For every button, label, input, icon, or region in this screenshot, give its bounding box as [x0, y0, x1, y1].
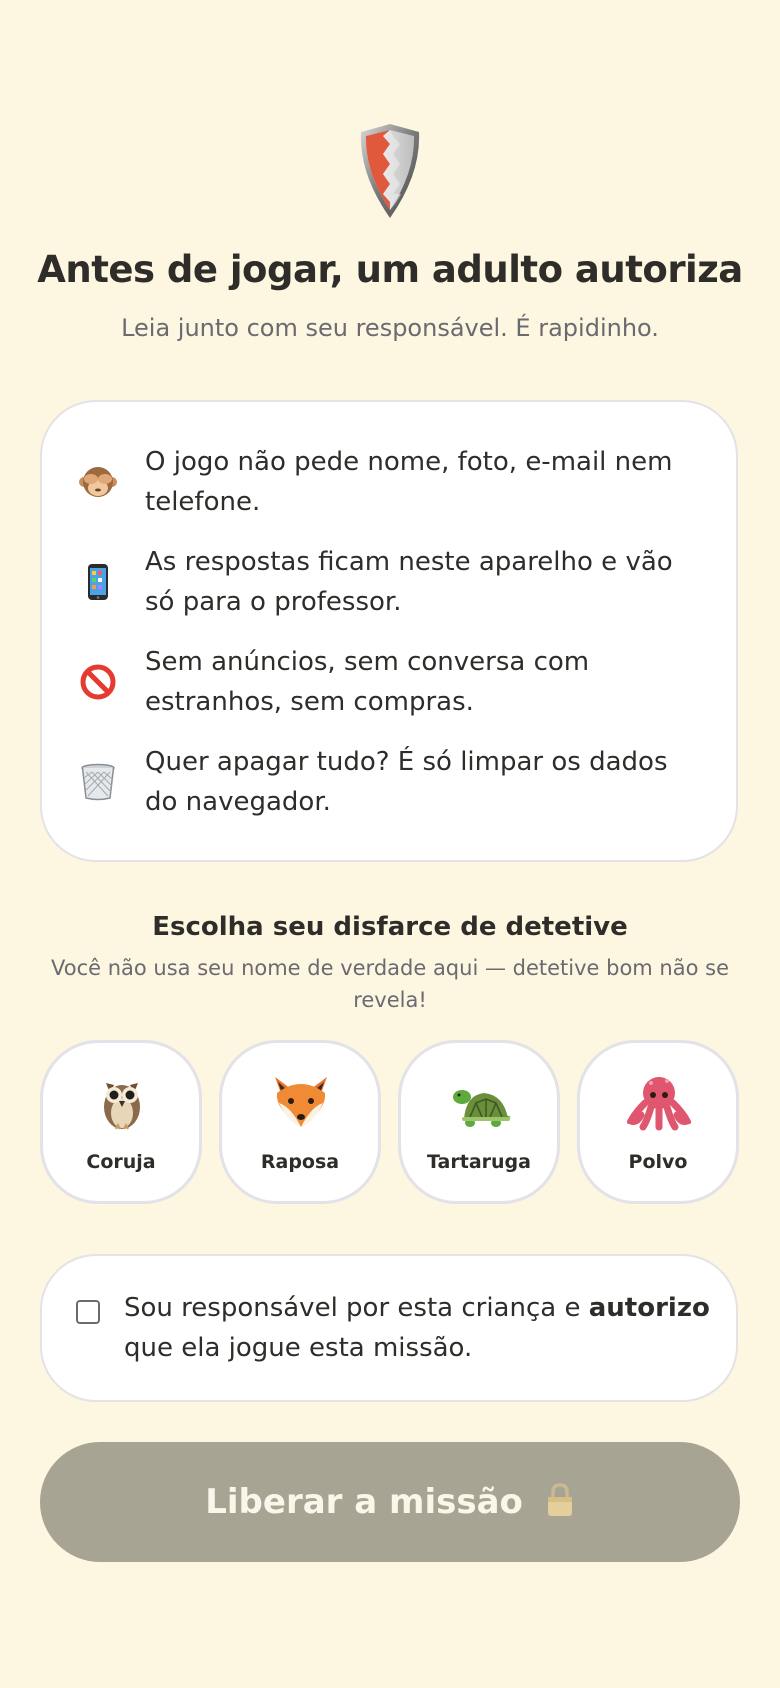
see-no-evil-monkey-icon [79, 467, 117, 497]
info-text: Sem anúncios, sem conversa com estranhos… [145, 647, 590, 717]
shield-icon [360, 124, 420, 218]
avatar-label: Polvo [628, 1151, 688, 1173]
release-mission-label: Liberar a missão [205, 1482, 523, 1522]
info-text: As respostas ficam neste aparelho e vão … [145, 547, 673, 617]
info-item: As respostas ficam neste aparelho e vão … [42, 542, 736, 626]
fox-icon [275, 1077, 327, 1127]
info-text: Quer apagar tudo? É só limpar os dados d… [145, 747, 668, 817]
info-text: O jogo não pede nome, foto, e-mail nem t… [145, 447, 673, 517]
consent-text-bold: autorizo [588, 1293, 710, 1323]
info-item: Sem anúncios, sem conversa com estranhos… [42, 642, 736, 726]
page-title: Antes de jogar, um adulto autoriza [37, 248, 743, 291]
consent-text: Sou responsável por esta criança e autor… [124, 1288, 714, 1368]
avatar-option-raposa[interactable]: Raposa [219, 1040, 381, 1204]
page-subtitle: Leia junto com seu responsável. É rapidi… [121, 314, 659, 342]
avatar-label: Raposa [260, 1151, 340, 1173]
avatar-option-coruja[interactable]: Coruja [40, 1040, 202, 1204]
privacy-info-card: O jogo não pede nome, foto, e-mail nem t… [40, 400, 738, 862]
owl-icon [104, 1083, 140, 1130]
disguise-section-title: Escolha seu disfarce de detetive [152, 912, 628, 942]
turtle-icon [453, 1090, 511, 1127]
wastebasket-icon [81, 763, 115, 801]
consent-text-start: Sou responsável por esta criança e [124, 1293, 589, 1323]
avatar-option-tartaruga[interactable]: Tartaruga [398, 1040, 560, 1204]
lock-icon [547, 1482, 572, 1516]
avatar-label: Coruja [86, 1151, 156, 1173]
disguise-section-subtitle: Você não usa seu nome de verdade aqui — … [51, 956, 729, 1012]
consent-text-end: que ela jogue esta missão. [124, 1333, 473, 1363]
avatar-option-polvo[interactable]: Polvo [577, 1040, 739, 1204]
info-item: Quer apagar tudo? É só limpar os dados d… [42, 742, 736, 826]
consent-card[interactable]: Sou responsável por esta criança e autor… [40, 1254, 738, 1402]
consent-checkbox[interactable] [76, 1300, 100, 1324]
octopus-icon [627, 1077, 691, 1131]
mobile-phone-icon [88, 564, 108, 600]
info-item: O jogo não pede nome, foto, e-mail nem t… [42, 442, 736, 526]
avatar-label: Tartaruga [427, 1151, 531, 1173]
release-mission-button[interactable]: Liberar a missão [40, 1442, 740, 1562]
prohibited-icon [80, 664, 116, 700]
